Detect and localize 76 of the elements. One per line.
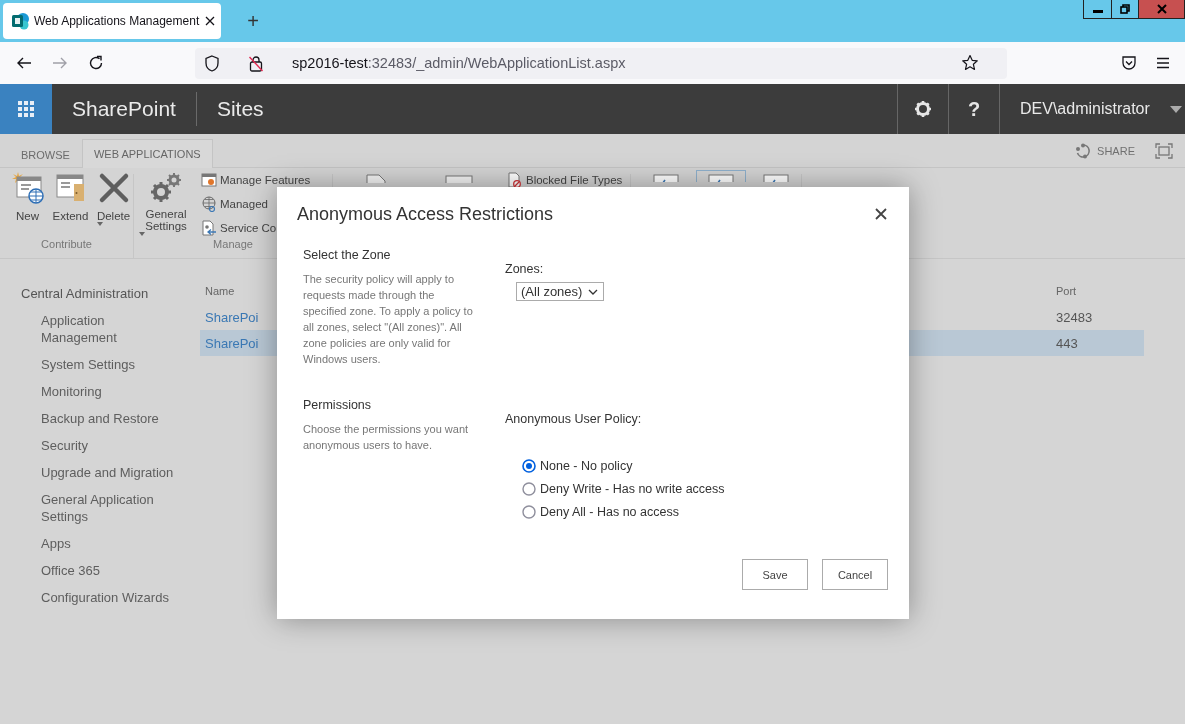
section-description: The security policy will apply to requests made through the specified zone. To apply a policy to all zones, select "(All zones)". All zone policies are only valid for Windows users. (303, 272, 474, 367)
ribbon-button[interactable]: Extend (51, 170, 90, 222)
nav-link[interactable]: General Application Settings (21, 491, 179, 535)
nav-link[interactable]: Configuration Wizards (21, 589, 179, 616)
pocket-icon[interactable] (1121, 55, 1137, 71)
field-label: Anonymous User Policy: (505, 411, 643, 428)
group-label: Manage (213, 238, 253, 252)
new-tab-button[interactable]: + (247, 11, 259, 31)
close-icon[interactable] (875, 208, 887, 220)
ribbon-tab[interactable]: BROWSE (9, 140, 82, 168)
shield-icon (204, 54, 220, 72)
reload-icon[interactable] (88, 55, 104, 71)
group-label: Contribute (41, 238, 92, 252)
menu-icon[interactable] (1155, 55, 1171, 71)
share-icon (1075, 142, 1092, 159)
brand-link[interactable]: SharePoint (52, 84, 196, 134)
forward-icon[interactable] (52, 55, 68, 71)
nav-link[interactable]: Backup and Restore (21, 410, 179, 437)
nav-link[interactable]: Monitoring (21, 383, 179, 410)
gears-icon (150, 172, 182, 204)
share-button[interactable]: SHARE (1075, 134, 1135, 167)
url-text: sp2016-test:32483/_admin/WebApplicationList.aspx (292, 55, 627, 71)
radio-button[interactable] (522, 481, 536, 496)
radio-button[interactable] (522, 458, 536, 473)
close-icon (1156, 4, 1167, 14)
settings-icon (914, 100, 932, 118)
app-launcher-button[interactable] (0, 84, 52, 134)
globe-icon (201, 196, 217, 212)
radio-button[interactable] (522, 504, 536, 519)
nav-link[interactable]: Apps (21, 535, 179, 562)
nav-link[interactable]: Security (21, 437, 179, 464)
radio-label: Deny Write - Has no write access (540, 481, 725, 496)
table-cell: 443 (1056, 335, 1078, 351)
dialog-button[interactable]: Cancel (822, 559, 888, 590)
features-icon (201, 172, 217, 188)
chevron-icon (588, 288, 599, 295)
ribbon-button[interactable]: Delete (94, 170, 133, 226)
radio-label: None - No policy (540, 458, 633, 473)
dialog-title: Anonymous Access Restrictions (297, 203, 554, 225)
crossed-lock-icon (248, 54, 264, 72)
ribbon-button[interactable]: Blocked File Types (507, 171, 623, 189)
back-icon[interactable] (16, 55, 32, 71)
nav-link[interactable]: Office 365 (21, 562, 179, 589)
close-button[interactable] (1138, 0, 1184, 18)
ribbon-button[interactable]: General Settings (139, 170, 193, 236)
section-description: Choose the permissions you want anonymous users to have. (303, 422, 470, 453)
section-heading: Permissions (303, 397, 373, 414)
focus-icon[interactable] (1155, 142, 1173, 159)
zone-dropdown[interactable]: (All zones) (516, 282, 605, 301)
browser-tab[interactable]: Web Applications Management (3, 3, 222, 39)
service-icon (201, 220, 217, 236)
field-label: Zones: (505, 261, 545, 278)
nav-link[interactable]: Upgrade and Migration (21, 464, 179, 491)
restore-icon (1120, 4, 1130, 14)
dialog-button[interactable]: Save (742, 559, 808, 590)
ribbon-button[interactable]: Manage Features (201, 171, 311, 189)
column-header: Name (205, 285, 235, 297)
column-header: Port (1056, 285, 1077, 297)
extend-icon (54, 172, 87, 204)
site-link[interactable]: Sites (196, 84, 284, 134)
nav-heading[interactable]: Central Administration (21, 285, 200, 312)
close-icon[interactable] (204, 15, 217, 27)
waffle-icon (18, 101, 34, 117)
star-icon[interactable] (961, 54, 979, 72)
delete-icon (97, 172, 130, 204)
caret-icon (1169, 105, 1182, 113)
ribbon-tab[interactable]: WEB APPLICATIONS (81, 139, 213, 168)
radio-label: Deny All - Has no access (540, 504, 679, 519)
new-icon (11, 172, 44, 204)
address-field[interactable]: sp2016-test:32483/_admin/WebApplicationList.aspx (195, 47, 1007, 79)
nav-link[interactable]: Application Management (21, 312, 179, 356)
section-heading: Select the Zone (303, 247, 392, 264)
ribbon-button[interactable]: New (8, 170, 47, 222)
nav-link[interactable]: System Settings (21, 356, 179, 383)
site-link[interactable]: SharePoi (205, 309, 259, 325)
sharepoint-logo-icon (11, 12, 29, 30)
